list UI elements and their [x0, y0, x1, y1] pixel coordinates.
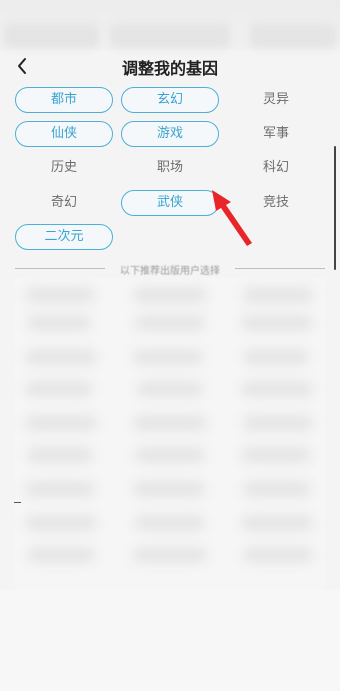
vertical-scrollbar[interactable]	[334, 146, 336, 270]
genre-tag-dushi[interactable]: 都市	[15, 87, 113, 113]
blurred-recommendation-list	[15, 278, 325, 590]
page-title: 调整我的基因	[121, 59, 218, 78]
genre-tag-lishi[interactable]: 历史	[15, 155, 113, 181]
recommend-divider-label: 以下推荐出版用户选择	[120, 266, 220, 277]
header-bar: 调整我的基因	[0, 50, 340, 82]
genre-tag-zhichang[interactable]: 职场	[121, 155, 219, 181]
bottom-blank-area	[0, 590, 340, 691]
genre-tag-xuanhuan[interactable]: 玄幻	[121, 87, 219, 113]
genre-tag-lingyi[interactable]: 灵异	[227, 87, 325, 113]
blurred-status-bar	[0, 0, 340, 50]
genre-tag-kehuan[interactable]: 科幻	[227, 155, 325, 181]
divider-line-right	[235, 268, 325, 269]
genre-tag-junshi[interactable]: 军事	[227, 121, 325, 147]
genre-tag-qihuan[interactable]: 奇幻	[15, 190, 113, 216]
list-dash-mark	[14, 502, 21, 503]
genre-tag-jingji[interactable]: 竞技	[227, 190, 325, 216]
genre-tag-erciyuan[interactable]: 二次元	[15, 224, 113, 250]
divider-line-left	[15, 268, 105, 269]
genre-tag-xianxia[interactable]: 仙侠	[15, 121, 113, 147]
genre-preference-screen: 调整我的基因 都市 玄幻 灵异 仙侠 游戏 军事 历史 职场 科幻 奇幻 武侠 …	[0, 0, 340, 691]
genre-tag-wuxia[interactable]: 武侠	[121, 190, 219, 216]
recommend-divider: 以下推荐出版用户选择	[15, 262, 325, 277]
genre-tag-youxi[interactable]: 游戏	[121, 121, 219, 147]
